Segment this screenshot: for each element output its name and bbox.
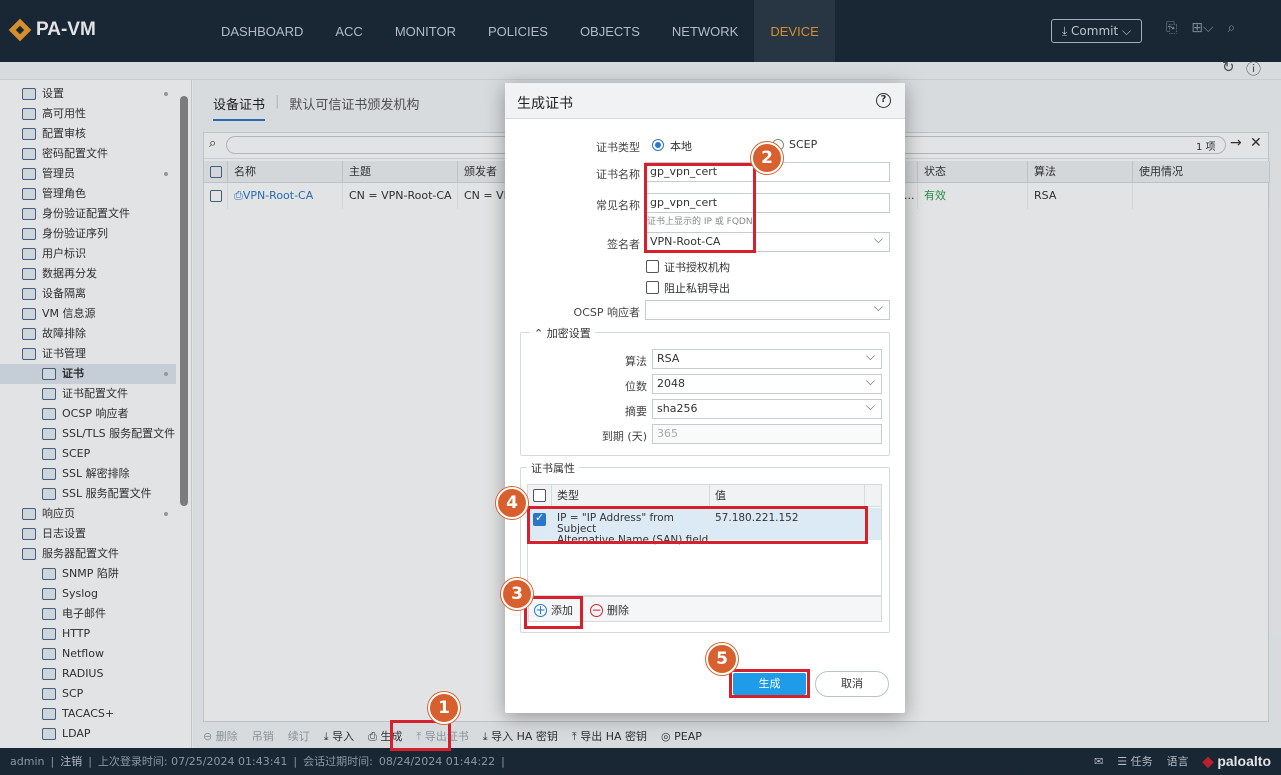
cert-type-scep-label: SCEP [789,138,818,151]
delete-attr-label: 删除 [607,604,629,617]
ca-checkbox[interactable] [646,260,659,273]
bits-select[interactable]: 2048 [652,372,882,394]
add-label: 添加 [551,604,573,617]
digest-select[interactable]: sha256 [652,397,882,419]
attr-col-value[interactable]: 值 [710,485,865,507]
dialog-title: 生成证书 [517,96,573,112]
attr-select-all-checkbox[interactable] [533,489,546,502]
attr-type-line1: IP = "IP Address" from Subject [557,512,674,535]
cert-name-label: 证书名称 [596,168,640,181]
attr-type-cell[interactable]: IP = "IP Address" from Subject Alternativ… [552,508,710,546]
attributes-table: 类型 值 IP = "IP Address" from SubjectAlter… [527,484,882,596]
step-badge-3: 3 [501,578,533,610]
delete-attr-button[interactable]: − 删除 [590,602,629,618]
attr-value-cell[interactable]: 57.180.221.152 [710,508,865,540]
step-badge-1: 1 [428,692,460,724]
block-export-label: 阻止私钥导出 [664,282,730,295]
algorithm-label: 算法 [625,355,647,368]
algorithm-select[interactable]: RSA [652,347,882,369]
crypto-legend-text: 加密设置 [546,327,591,340]
generate-button[interactable]: 生成 [733,673,806,695]
cert-type-label: 证书类型 [596,141,640,154]
digest-label: 摘要 [625,405,647,418]
attr-row-check-cell[interactable] [528,508,552,540]
ocsp-select[interactable] [645,298,890,320]
attr-row[interactable]: IP = "IP Address" from SubjectAlternativ… [528,508,881,546]
attr-row-checkbox[interactable] [533,512,546,526]
attr-table-header: 类型 值 [528,485,881,507]
signer-label: 签名者 [607,238,640,251]
attr-select-all-cell[interactable] [528,485,552,507]
dialog-header: 生成证书 ? [505,83,905,119]
attr-col-type[interactable]: 类型 [552,485,710,507]
block-export-checkbox[interactable] [646,281,659,294]
cert-type-local-label: 本地 [670,140,692,153]
add-attr-button[interactable]: + 添加 [534,602,573,618]
step-badge-4: 4 [496,487,528,519]
cancel-button[interactable]: 取消 [815,671,889,697]
expiry-label: 到期 (天) [601,430,647,443]
signer-select[interactable]: VPN-Root-CA [645,230,890,252]
common-name-input[interactable]: gp_vpn_cert [645,193,890,213]
step-badge-2: 2 [751,142,783,174]
common-name-hint: 证书上显示的 IP 或 FQDN [647,217,753,227]
attr-legend: 证书属性 [527,460,579,476]
attr-actions-bar [528,596,882,622]
attr-type-line2: Alternative Name (SAN) field [557,534,709,546]
remove-icon: − [590,602,603,617]
ca-label: 证书授权机构 [664,261,730,274]
crypto-legend[interactable]: ⌃ 加密设置 [530,325,595,341]
step-badge-5: 5 [706,643,738,675]
ocsp-label: OCSP 响应者 [573,306,640,319]
cert-type-local-radio[interactable] [652,139,664,151]
add-icon: + [534,602,547,617]
common-name-label: 常见名称 [596,199,640,212]
expiry-input[interactable]: 365 [652,424,882,444]
bits-label: 位数 [625,380,647,393]
help-icon[interactable]: ? [876,93,891,108]
